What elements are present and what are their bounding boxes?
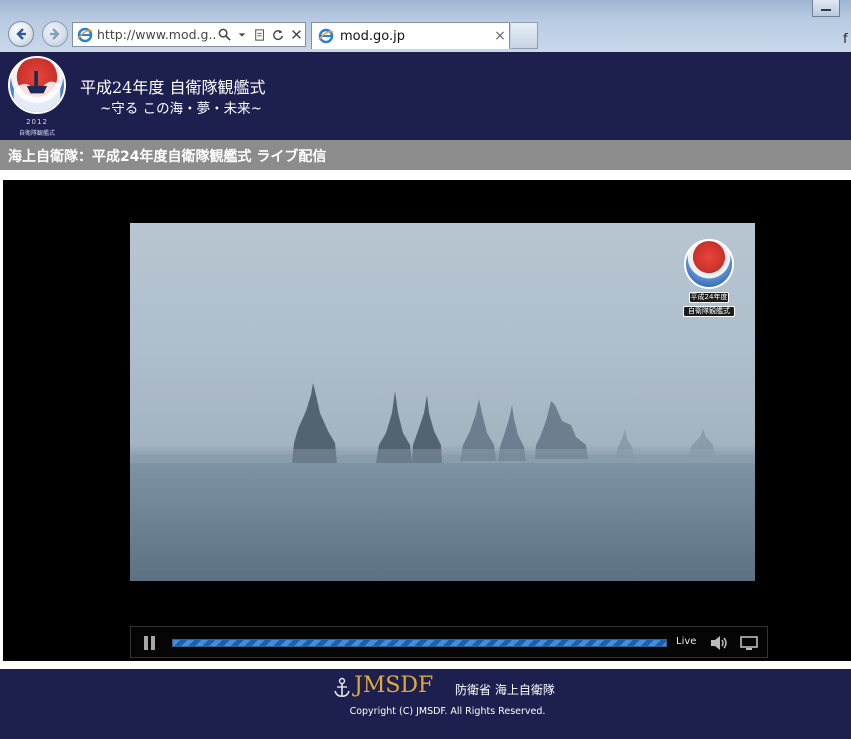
pause-button[interactable]	[143, 636, 157, 650]
player-controls: Live	[130, 626, 768, 658]
dropdown-icon[interactable]	[235, 28, 249, 42]
site-header: 2012 自衛隊観艦式 平成24年度 自衛隊観艦式 ~守る この海・夢・未来~	[0, 52, 851, 140]
watermark-line1: 平成24年度	[689, 292, 729, 303]
minimize-button[interactable]	[812, 0, 840, 17]
favorites-icon[interactable]: f	[843, 32, 848, 47]
tab-title: mod.go.jp	[340, 28, 405, 44]
back-button[interactable]	[8, 21, 34, 47]
fullscreen-icon[interactable]	[740, 636, 758, 650]
compat-icon[interactable]	[253, 28, 267, 42]
tab-close-icon[interactable]: ×	[491, 28, 509, 44]
watermark-line2: 自衛隊観艦式	[683, 306, 735, 317]
ie-tab-icon	[318, 28, 334, 44]
fleet-ships-scene	[130, 383, 755, 581]
page-title: 平成24年度 自衛隊観艦式	[80, 78, 266, 97]
volume-icon[interactable]	[709, 635, 729, 651]
logo-year: 2012	[26, 118, 48, 126]
stop-icon[interactable]	[289, 28, 303, 42]
forward-arrow-icon	[50, 28, 60, 40]
forward-button[interactable]	[42, 21, 68, 47]
watermark-emblem-icon	[684, 239, 734, 289]
copyright-text: Copyright (C) JMSDF. All Rights Reserved…	[349, 706, 546, 717]
back-arrow-icon	[16, 28, 26, 40]
new-tab-button[interactable]	[511, 22, 538, 49]
anchor-emblem-icon	[334, 677, 350, 697]
search-icon[interactable]	[217, 28, 231, 42]
section-title-bar: 海上自衛隊：平成24年度自衛隊観艦式 ライブ配信	[0, 140, 851, 170]
fleet-review-emblem	[8, 56, 66, 114]
live-indicator: Live	[676, 636, 697, 647]
page-subtitle: ~守る この海・夢・未来~	[100, 101, 262, 117]
refresh-icon[interactable]	[271, 28, 285, 42]
progress-bar[interactable]	[172, 639, 667, 647]
browser-chrome: http://www.mod.g... mod.go.jp × f	[0, 0, 851, 52]
address-bar[interactable]: http://www.mod.g...	[72, 22, 306, 47]
site-footer: JMSDF 防衛省 海上自衛隊 Copyright (C) JMSDF. All…	[0, 669, 851, 739]
video-player[interactable]: 平成24年度 自衛隊観艦式 Live	[3, 180, 851, 661]
fleet-review-logo: 2012 自衛隊観艦式	[8, 56, 70, 137]
jmsdf-brand[interactable]: JMSDF	[354, 673, 433, 698]
section-title: 海上自衛隊：平成24年度自衛隊観艦式 ライブ配信	[8, 149, 327, 165]
address-url[interactable]: http://www.mod.g...	[97, 27, 215, 42]
logo-caption: 自衛隊観艦式	[18, 130, 55, 137]
ministry-name: 防衛省 海上自衛隊	[455, 683, 555, 697]
ie-page-icon	[77, 27, 93, 42]
browser-tab[interactable]: mod.go.jp ×	[311, 22, 510, 49]
video-frame[interactable]: 平成24年度 自衛隊観艦式	[130, 223, 755, 581]
channel-watermark: 平成24年度 自衛隊観艦式	[682, 239, 736, 319]
